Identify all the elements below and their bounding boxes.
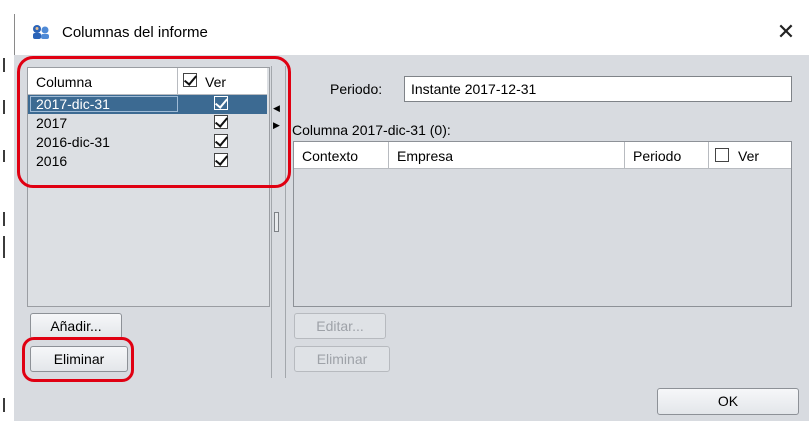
window-title: Columnas del informe <box>62 24 208 41</box>
edit-context-button[interactable]: Editar... <box>294 313 386 339</box>
add-column-button[interactable]: Añadir... <box>30 313 122 339</box>
ok-button[interactable]: OK <box>657 388 799 415</box>
context-table-header: Contexto Empresa Periodo Ver <box>294 142 791 169</box>
show-header-label: Ver <box>738 148 760 164</box>
highlight-delete-button <box>22 337 134 382</box>
period-field[interactable]: Instante 2017-12-31 <box>404 76 792 102</box>
header-divider <box>624 142 625 168</box>
splitter-grip[interactable] <box>274 212 279 232</box>
context-header[interactable]: Contexto <box>302 148 358 164</box>
app-icon <box>31 22 51 42</box>
period-label: Periodo: <box>330 81 383 97</box>
header-divider <box>708 142 709 168</box>
show-all-context-checkbox[interactable] <box>715 148 729 162</box>
period-header[interactable]: Periodo <box>633 148 681 164</box>
delete-context-button[interactable]: Eliminar <box>294 346 390 372</box>
highlight-columns-list <box>17 56 291 188</box>
close-icon[interactable]: ✕ <box>772 18 800 46</box>
column-detail-title: Columna 2017-dic-31 (0): <box>292 122 451 138</box>
header-divider <box>388 142 389 168</box>
company-header[interactable]: Empresa <box>397 148 453 164</box>
background-window-edge <box>0 0 14 421</box>
